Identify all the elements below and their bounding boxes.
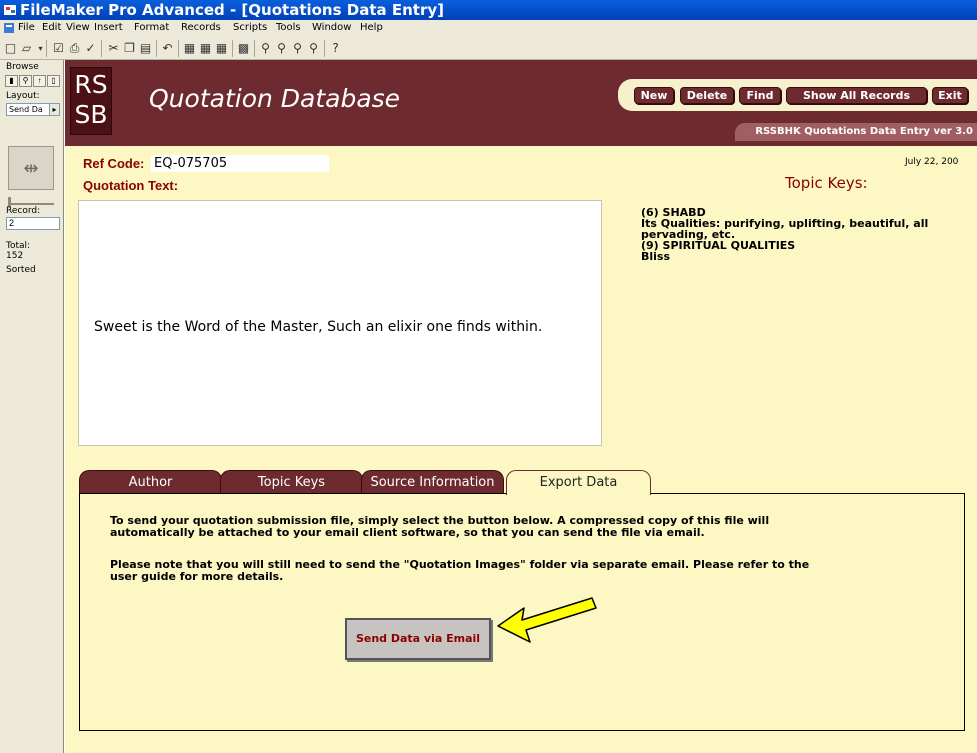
new-file-icon[interactable]: □	[3, 41, 18, 56]
layout-content: RS SB Quotation Database New Delete Find…	[65, 60, 977, 753]
preview-mode-icon[interactable]: ▯	[47, 75, 60, 87]
modify-find-icon[interactable]: ⚲	[274, 41, 289, 56]
tab-topic-keys[interactable]: Topic Keys	[220, 470, 363, 494]
record-slider[interactable]	[8, 197, 54, 207]
menu-help[interactable]: Help	[360, 22, 383, 33]
status-area: Browse ▮ ⚲ ↑ ▯ Layout: Send Da ▸ ⇹ Recor…	[0, 60, 64, 753]
delete-record-icon[interactable]: ▦	[214, 41, 229, 56]
menu-bar: File Edit View Insert Format Records Scr…	[0, 20, 977, 37]
layout-mode-icon[interactable]: ↑	[33, 75, 46, 87]
toolbar-separator	[101, 40, 102, 57]
export-data-panel: To send your quotation submission file, …	[79, 493, 965, 731]
check-icon[interactable]: ☑	[51, 41, 66, 56]
copy-icon[interactable]: ❐	[122, 41, 137, 56]
toolbar-separator	[324, 40, 325, 57]
paste-icon[interactable]: ▤	[138, 41, 153, 56]
tab-export-data[interactable]: Export Data	[506, 470, 651, 495]
toolbar-separator	[156, 40, 157, 57]
duplicate-record-icon[interactable]: ▦	[198, 41, 213, 56]
menu-format[interactable]: Format	[134, 22, 169, 33]
tab-source-information[interactable]: Source Information	[361, 470, 504, 494]
export-instructions: To send your quotation submission file, …	[110, 514, 770, 539]
header-banner: RS SB Quotation Database New Delete Find…	[65, 60, 977, 146]
topic-keys-label: Topic Keys:	[785, 174, 868, 192]
extend-find-icon[interactable]: ⚲	[306, 41, 321, 56]
record-label: Record:	[6, 206, 41, 216]
tab-author[interactable]: Author	[79, 470, 222, 494]
help-icon[interactable]: ?	[328, 41, 343, 56]
quotation-text: Sweet is the Word of the Master, Such an…	[94, 319, 543, 335]
window-title: FileMaker Pro Advanced - [Quotations Dat…	[20, 1, 444, 19]
date-field: July 22, 200	[905, 157, 959, 167]
toolbar: □ ▱ ▾ ☑ ⎙ ✓ ✂ ❐ ▤ ↶ ▦ ▦ ▦ ▩ ⚲ ⚲ ⚲ ⚲ ?	[0, 37, 977, 60]
browse-mode-icon[interactable]: ▮	[5, 75, 18, 87]
print-icon[interactable]: ⎙	[67, 41, 82, 56]
version-label: RSSBHK Quotations Data Entry ver 3.0	[735, 123, 977, 141]
sort-icon[interactable]: ▩	[236, 41, 251, 56]
ref-code-field[interactable]: EQ-075705	[151, 155, 329, 172]
spellcheck-icon[interactable]: ✓	[83, 41, 98, 56]
send-data-via-email-button[interactable]: Send Data via Email	[345, 618, 491, 660]
export-note: Please note that you will still need to …	[110, 558, 810, 583]
total-value: 152	[6, 251, 24, 261]
menu-window[interactable]: Window	[312, 22, 351, 33]
menu-insert[interactable]: Insert	[94, 22, 123, 33]
open-file-icon[interactable]: ▱	[19, 41, 34, 56]
constrain-find-icon[interactable]: ⚲	[290, 41, 305, 56]
mode-label[interactable]: Browse	[6, 62, 39, 72]
new-button[interactable]: New	[634, 87, 674, 104]
record-number-input[interactable]: 2	[6, 217, 60, 230]
topic-key-line: Its Qualities: purifying, uplifting, bea…	[641, 217, 929, 241]
find-icon[interactable]: ⚲	[258, 41, 273, 56]
menu-file[interactable]: File	[18, 22, 35, 33]
quotation-text-label: Quotation Text:	[83, 178, 179, 193]
cut-icon[interactable]: ✂	[106, 41, 121, 56]
document-icon[interactable]	[3, 22, 15, 34]
filemaker-app-icon[interactable]	[3, 3, 17, 17]
toolbar-separator	[254, 40, 255, 57]
topic-key-line: (9) SPIRITUAL QUALITIES	[641, 239, 796, 252]
toolbar-separator	[232, 40, 233, 57]
show-all-records-button[interactable]: Show All Records	[786, 87, 927, 104]
find-mode-icon[interactable]: ⚲	[19, 75, 32, 87]
logo-line-2: SB	[74, 100, 108, 129]
sorted-status: Sorted	[6, 265, 36, 275]
title-bar: FileMaker Pro Advanced - [Quotations Dat…	[0, 0, 977, 20]
menu-edit[interactable]: Edit	[42, 22, 61, 33]
menu-view[interactable]: View	[66, 22, 90, 33]
menu-tools[interactable]: Tools	[276, 22, 301, 33]
book-navigation-icon[interactable]: ⇹	[8, 146, 54, 190]
toolbar-separator	[178, 40, 179, 57]
arrow-annotation-icon	[497, 597, 597, 643]
topic-keys-field[interactable]: (6) SHABD Its Qualities: purifying, upli…	[641, 207, 951, 262]
header-button-panel: New Delete Find Show All Records Exit	[618, 79, 977, 111]
ref-code-label: Ref Code:	[83, 156, 145, 171]
topic-key-line: Bliss	[641, 250, 671, 263]
layout-value: Send Da	[9, 105, 43, 114]
logo-line-1: RS	[74, 70, 108, 99]
delete-button[interactable]: Delete	[680, 87, 734, 104]
chevron-right-icon[interactable]: ▸	[49, 104, 59, 115]
menu-scripts[interactable]: Scripts	[233, 22, 267, 33]
rssb-logo: RS SB	[70, 67, 112, 135]
layout-dropdown[interactable]: Send Da ▸	[6, 103, 60, 116]
exit-button[interactable]: Exit	[932, 87, 968, 104]
menu-records[interactable]: Records	[181, 22, 221, 33]
find-button[interactable]: Find	[739, 87, 781, 104]
quotation-text-field[interactable]: Sweet is the Word of the Master, Such an…	[78, 200, 602, 446]
layout-label: Layout:	[6, 91, 40, 101]
page-title: Quotation Database	[149, 84, 401, 113]
toolbar-separator	[46, 40, 47, 57]
undo-icon[interactable]: ↶	[160, 41, 175, 56]
new-record-icon[interactable]: ▦	[182, 41, 197, 56]
total-label: Total:	[6, 241, 31, 251]
